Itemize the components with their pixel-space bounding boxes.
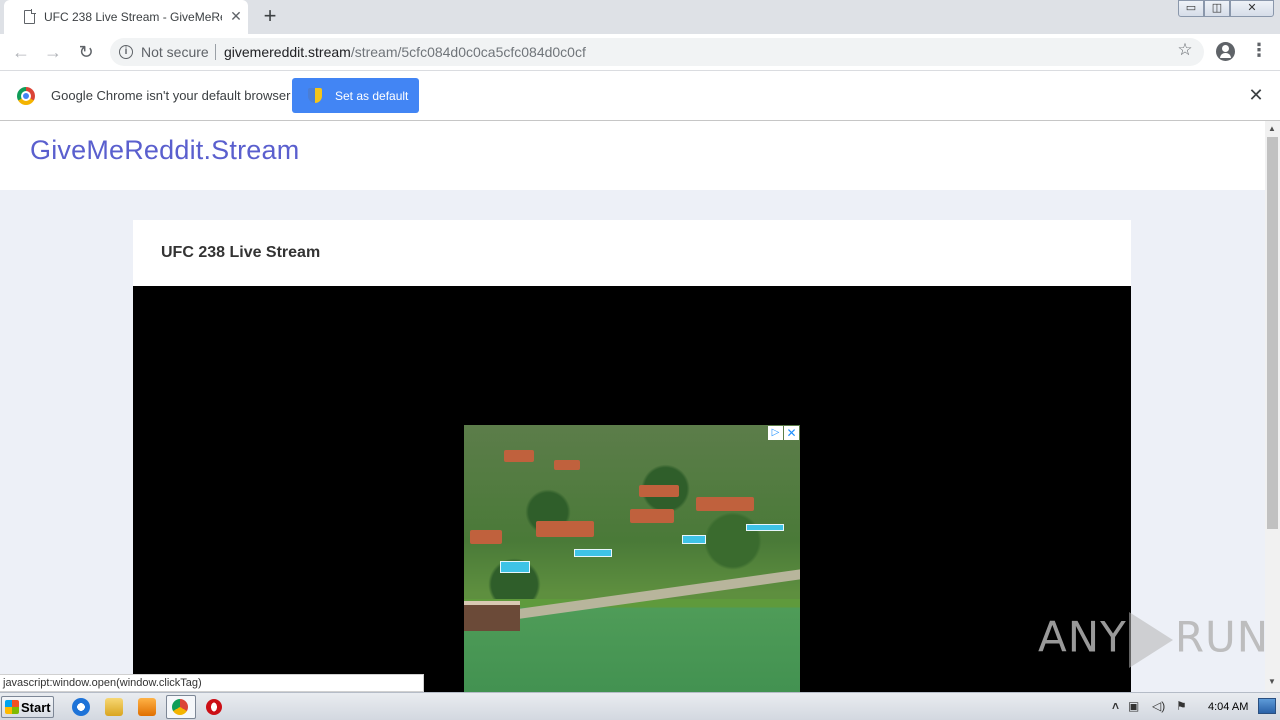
window-controls: ▭ ◫ ✕: [1178, 0, 1274, 18]
address-bar[interactable]: i Not secure givemereddit.stream/stream/…: [110, 38, 1204, 66]
watermark-right-text: RUN: [1174, 612, 1270, 662]
ad-image-building: [504, 450, 534, 462]
url-path: /stream/5cfc084d0c0ca5cfc084d0c0cf: [350, 44, 586, 60]
network-icon[interactable]: ▣: [1128, 699, 1139, 713]
page-viewport: GiveMeReddit.Stream UFC 238 Live Stream …: [0, 121, 1265, 692]
start-label: Start: [21, 700, 51, 715]
back-icon[interactable]: ←: [9, 40, 33, 64]
ad-image-pool: [500, 561, 530, 573]
ie-icon[interactable]: [72, 698, 90, 716]
ad-image-building: [639, 485, 679, 497]
opera-icon[interactable]: [206, 699, 222, 715]
ad-image-pool: [574, 549, 612, 557]
scroll-up-icon[interactable]: ▲: [1268, 124, 1276, 133]
page-icon: [24, 9, 36, 24]
set-as-default-button[interactable]: Set as default: [292, 78, 419, 113]
chrome-icon[interactable]: [172, 699, 188, 715]
volume-icon[interactable]: ◁): [1152, 699, 1165, 713]
system-tray: ˄ ▣ ◁) ⚑: [1106, 693, 1280, 720]
media-player-icon[interactable]: [138, 698, 156, 716]
account-icon[interactable]: [1216, 42, 1235, 61]
browser-tab[interactable]: UFC 238 Live Stream - GiveMeReddit.Strea…: [4, 0, 248, 34]
omnibox-divider: [215, 44, 216, 60]
start-button[interactable]: Start: [1, 696, 54, 718]
tray-expand-icon[interactable]: ˄: [1112, 699, 1119, 713]
watermark-left-text: ANY: [1038, 612, 1127, 662]
info-icon[interactable]: i: [119, 45, 133, 59]
video-player[interactable]: ▷ ✕: [133, 286, 1131, 692]
watermark-play-icon: [1128, 612, 1173, 668]
action-center-flag-icon[interactable]: ⚑: [1176, 699, 1187, 713]
scroll-thumb[interactable]: [1267, 137, 1278, 529]
ad-image-building: [554, 460, 580, 470]
stream-card-header: UFC 238 Live Stream: [133, 220, 1131, 286]
ad-image-building: [630, 509, 674, 523]
explorer-icon[interactable]: [105, 698, 123, 716]
minimize-button[interactable]: ▭: [1178, 0, 1204, 17]
tab-title: UFC 238 Live Stream - GiveMeReddit.Strea…: [44, 10, 222, 24]
windows-taskbar: Start ˄ ▣ ◁) ⚑ 4:04 AM: [0, 692, 1280, 720]
new-tab-button[interactable]: +: [258, 5, 282, 29]
infobar-close-icon[interactable]: ✕: [1246, 85, 1266, 105]
default-browser-infobar: Google Chrome isn't your default browser…: [0, 71, 1280, 121]
ad-image-pool: [682, 535, 706, 544]
url-domain: givemereddit.stream: [224, 44, 351, 60]
reload-icon[interactable]: ↻: [74, 40, 98, 64]
scroll-down-icon[interactable]: ▼: [1268, 677, 1276, 686]
infobar-message: Google Chrome isn't your default browser: [51, 88, 291, 103]
windows-logo-icon: [5, 700, 19, 714]
anyrun-watermark: ANY RUN: [1038, 612, 1269, 668]
ad-image-boathouse: [464, 601, 520, 631]
set-as-default-label: Set as default: [335, 89, 409, 103]
site-logo-link[interactable]: GiveMeReddit.Stream: [30, 135, 299, 166]
ad-image-building: [536, 521, 594, 537]
forward-icon[interactable]: →: [41, 40, 65, 64]
adchoices-icon[interactable]: ▷: [768, 426, 783, 440]
link-status-bubble: javascript:window.open(window.clickTag): [0, 674, 424, 692]
url-text[interactable]: givemereddit.stream/stream/5cfc084d0c0ca…: [224, 44, 586, 60]
window-close-button[interactable]: ✕: [1230, 0, 1274, 17]
uac-shield-icon: [308, 88, 322, 103]
ad-image-pool: [746, 524, 784, 531]
chrome-logo-icon: [17, 87, 35, 105]
security-label[interactable]: Not secure: [141, 44, 209, 60]
advertisement-banner[interactable]: ▷ ✕: [464, 425, 800, 692]
show-desktop-icon[interactable]: [1258, 698, 1276, 714]
chrome-menu-icon[interactable]: ⋮: [1250, 40, 1268, 60]
bookmark-star-icon[interactable]: ☆: [1174, 40, 1196, 60]
tab-strip: UFC 238 Live Stream - GiveMeReddit.Strea…: [0, 0, 1280, 34]
restore-button[interactable]: ◫: [1204, 0, 1230, 17]
site-header: GiveMeReddit.Stream: [0, 121, 1265, 190]
browser-toolbar: ← → ↻ i Not secure givemereddit.stream/s…: [0, 34, 1280, 71]
ad-image-building: [696, 497, 754, 511]
stream-title: UFC 238 Live Stream: [161, 244, 321, 261]
taskbar-clock[interactable]: 4:04 AM: [1208, 701, 1248, 713]
page-scrollbar[interactable]: ▲ ▼: [1265, 121, 1280, 692]
ad-close-icon[interactable]: ✕: [784, 426, 799, 440]
tab-close-icon[interactable]: ✕: [228, 8, 244, 24]
ad-image-building: [470, 530, 502, 544]
